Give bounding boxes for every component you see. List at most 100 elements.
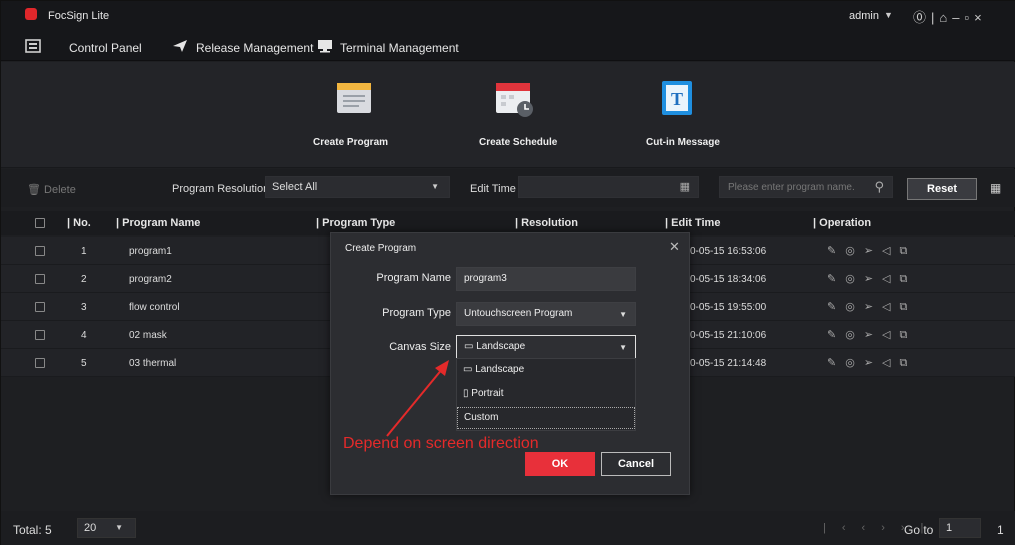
row-no: 3 [81, 302, 87, 313]
app-title: FocSign Lite [48, 10, 110, 22]
row-operations[interactable]: ✎◎➢◁⧉ [827, 356, 916, 370]
row-operations[interactable]: ✎◎➢◁⧉ [827, 300, 916, 314]
column-operation: | Operation [813, 217, 872, 229]
restore-icon[interactable]: ▫ [965, 10, 975, 25]
column-program-name: | Program Name [116, 217, 201, 229]
program-name-label: Program Name [376, 272, 451, 284]
forward-icon: ➢ [863, 329, 883, 341]
copy-icon: ⧉ [899, 357, 917, 369]
page-size-select[interactable]: 20 ▼ [77, 518, 136, 538]
goto-label: Go to [904, 523, 934, 537]
canvas-size-label: Canvas Size [389, 341, 451, 353]
canvas-size-select[interactable]: ▭ Landscape ▼ [456, 335, 636, 359]
row-checkbox[interactable] [35, 274, 45, 284]
total-count: Total: 5 [13, 523, 52, 537]
column-resolution: | Resolution [515, 217, 578, 229]
app-window: FocSign Lite admin ▼ ⓪|⌂–▫× Control Pane… [0, 0, 1015, 545]
create-schedule-button[interactable]: Create Schedule [479, 137, 557, 148]
user-menu[interactable]: admin [849, 10, 879, 22]
chevron-down-icon[interactable]: ▼ [884, 10, 893, 20]
row-name: 03 thermal [129, 358, 177, 369]
column-program-type: | Program Type [316, 217, 396, 229]
send-icon: ◁ [882, 301, 900, 313]
row-checkbox[interactable] [35, 302, 45, 312]
dialog-title: Create Program [345, 243, 417, 254]
row-edit-time: 0-05-15 16:53:06 [690, 246, 767, 257]
calendar-icon[interactable] [493, 77, 535, 119]
edit-time-input[interactable]: ▦ [518, 176, 699, 198]
app-logo-icon [25, 8, 37, 20]
option-portrait[interactable]: ▯ Portrait [457, 384, 635, 406]
lock-icon[interactable]: ⌂ [939, 10, 952, 25]
minimize-icon[interactable]: – [952, 10, 964, 25]
ok-button[interactable]: OK [525, 452, 595, 476]
calendar-icon[interactable]: ▦ [680, 180, 690, 193]
edit-icon: ✎ [827, 301, 846, 313]
row-operations[interactable]: ✎◎➢◁⧉ [827, 244, 916, 258]
send-icon [173, 40, 187, 52]
program-type-select[interactable]: Untouchscreen Program ▼ [456, 302, 636, 326]
edit-icon: ✎ [827, 245, 846, 257]
row-checkbox[interactable] [35, 246, 45, 256]
row-checkbox[interactable] [35, 358, 45, 368]
close-icon[interactable]: × [974, 10, 987, 25]
text-message-icon[interactable]: T [656, 77, 698, 119]
program-name-input[interactable]: program3 [456, 267, 636, 291]
annotation-text: Depend on screen direction [343, 435, 539, 452]
edit-time-label: Edit Time [470, 183, 516, 195]
row-name: program2 [129, 274, 172, 285]
row-operations[interactable]: ✎◎➢◁⧉ [827, 272, 916, 286]
create-program-button[interactable]: Create Program [313, 137, 388, 148]
cancel-button[interactable]: Cancel [601, 452, 671, 476]
copy-icon: ⧉ [899, 301, 917, 313]
trash-icon: 🗑 [27, 184, 41, 196]
forward-icon: ➢ [863, 245, 883, 257]
row-name: program1 [129, 246, 172, 257]
tab-control-panel[interactable]: Control Panel [69, 41, 142, 55]
chevron-down-icon: ▼ [431, 182, 439, 191]
view-icon: ◎ [845, 357, 864, 369]
row-edit-time: 0-05-15 19:55:00 [690, 302, 767, 313]
grid-view-icon[interactable]: ▦ [990, 181, 1001, 195]
row-name: flow control [129, 302, 180, 313]
copy-icon: ⧉ [899, 329, 917, 341]
prev-page-icon: ‹ [861, 522, 882, 534]
edit-icon: ✎ [827, 357, 846, 369]
resolution-label: Program Resolution [172, 183, 270, 195]
view-icon: ◎ [845, 329, 864, 341]
option-custom[interactable]: Custom [457, 407, 635, 429]
goto-input[interactable]: 1 [939, 518, 981, 538]
tab-release-management[interactable]: Release Management [196, 41, 313, 55]
search-input[interactable]: Please enter program name. ⚲ [719, 176, 893, 198]
column-no: | No. [67, 217, 91, 229]
send-icon: ◁ [882, 357, 900, 369]
forward-icon: ➢ [863, 273, 883, 285]
edit-icon: ✎ [827, 329, 846, 341]
help-icon[interactable]: ⓪ [913, 10, 931, 25]
create-program-icon[interactable] [333, 77, 375, 119]
chevron-down-icon: ▼ [115, 523, 123, 532]
close-icon[interactable]: ✕ [669, 239, 680, 255]
send-icon: ◁ [882, 273, 900, 285]
tab-terminal-management[interactable]: Terminal Management [340, 41, 459, 55]
search-icon[interactable]: ⚲ [874, 179, 884, 195]
row-operations[interactable]: ✎◎➢◁⧉ [827, 328, 916, 342]
column-edit-time: | Edit Time [665, 217, 721, 229]
copy-icon: ⧉ [899, 273, 917, 285]
row-no: 2 [81, 274, 87, 285]
annotation-arrow [386, 360, 449, 437]
forward-icon: ➢ [863, 301, 883, 313]
monitor-icon [318, 40, 332, 53]
cut-in-message-button[interactable]: Cut-in Message [646, 137, 720, 148]
reset-button[interactable]: Reset [907, 178, 977, 200]
option-landscape[interactable]: ▭ Landscape [457, 360, 635, 382]
row-edit-time: 0-05-15 21:14:48 [690, 358, 767, 369]
row-checkbox[interactable] [35, 330, 45, 340]
first-page-icon: |‹ [823, 522, 862, 534]
resolution-select[interactable]: Select All ▼ [265, 176, 450, 198]
row-no: 1 [81, 246, 87, 257]
view-icon: ◎ [845, 273, 864, 285]
delete-button[interactable]: 🗑 Delete [27, 183, 76, 196]
view-icon: ◎ [845, 301, 864, 313]
select-all-checkbox[interactable] [35, 218, 45, 228]
